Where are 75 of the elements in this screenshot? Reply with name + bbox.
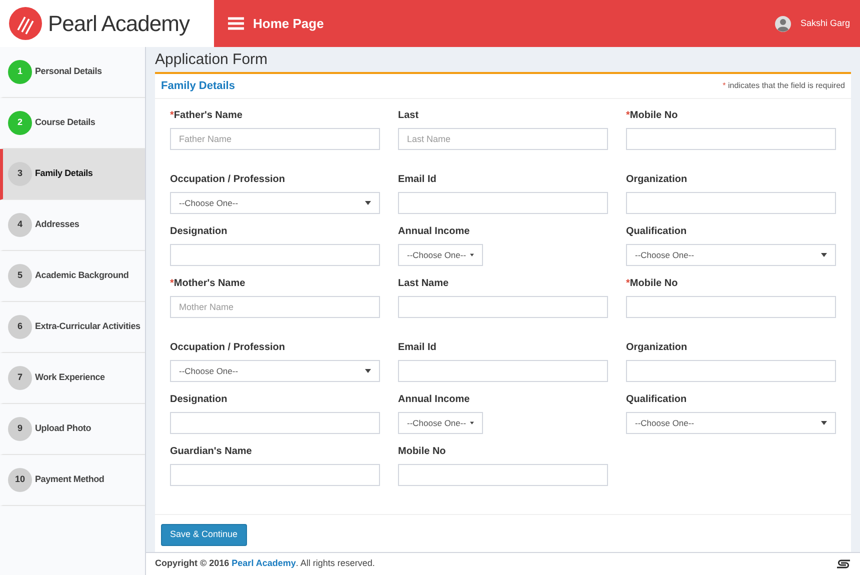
field-label: Qualification	[626, 393, 688, 408]
input-field[interactable]	[398, 192, 608, 214]
field-label: Qualification	[626, 225, 688, 240]
caret-icon	[365, 201, 371, 206]
step-number: 2	[8, 111, 32, 135]
field-label: Annual Income	[398, 393, 471, 408]
user-name[interactable]: Sakshi Garg	[800, 16, 850, 30]
dropdown[interactable]: --Choose One--	[626, 412, 836, 434]
input-field[interactable]: Father Name	[170, 128, 380, 150]
brand-name: Pearl Academy	[48, 10, 190, 38]
sidebar-item[interactable]: 3 Family Details	[0, 149, 145, 200]
field-label: Last	[398, 109, 420, 124]
field-label: Designation	[170, 393, 228, 408]
field-label: *Mobile No	[626, 277, 679, 292]
input-field[interactable]	[626, 360, 836, 382]
caret-icon	[821, 253, 827, 258]
step-number: 6	[8, 315, 32, 339]
required-note: * indicates that the field is required	[722, 80, 845, 92]
input-field[interactable]	[626, 296, 836, 318]
input-field[interactable]	[398, 296, 608, 318]
input-field[interactable]: Mother Name	[170, 296, 380, 318]
field-label: Organization	[626, 341, 688, 356]
input-field[interactable]	[170, 244, 380, 266]
dropdown[interactable]: --Choose One--	[170, 360, 380, 382]
input-field[interactable]	[398, 464, 608, 486]
field-label: Occupation / Profession	[170, 173, 286, 188]
step-number: 10	[8, 468, 32, 492]
input-field[interactable]	[398, 360, 608, 382]
dropdown[interactable]: --Choose One--	[398, 244, 483, 266]
caret-icon	[365, 369, 371, 374]
sidebar-item[interactable]: 4 Addresses	[0, 200, 145, 251]
field-label: *Mother's Name	[170, 277, 246, 292]
field-label: Designation	[170, 225, 228, 240]
card-title: Family Details	[161, 79, 235, 94]
save-continue-button[interactable]: Save & Continue	[161, 524, 247, 546]
dropdown[interactable]: --Choose One--	[626, 244, 836, 266]
caret-icon	[470, 421, 474, 426]
logo-icon	[9, 7, 42, 40]
sidebar-item[interactable]: 5 Academic Background	[0, 251, 145, 302]
input-field[interactable]	[170, 412, 380, 434]
step-number: 7	[8, 366, 32, 390]
step-number: 1	[8, 60, 32, 84]
dropdown[interactable]: --Choose One--	[398, 412, 483, 434]
field-label: Organization	[626, 173, 688, 188]
sidebar-item[interactable]: 10 Payment Method	[0, 455, 145, 506]
field-label: Email Id	[398, 341, 438, 356]
field-label: *Father's Name	[170, 109, 244, 124]
copyright-text: Copyright © 2016 Pearl Academy. All rights reserved.	[155, 557, 375, 570]
field-label: Email Id	[398, 173, 438, 188]
dropdown[interactable]: --Choose One--	[170, 192, 380, 214]
step-number: 3	[8, 162, 32, 186]
page-title: Application Form	[155, 50, 268, 70]
avatar-icon	[775, 16, 792, 32]
field-label: Occupation / Profession	[170, 341, 286, 356]
field-label: Last Name	[398, 277, 450, 292]
input-field[interactable]: Last Name	[398, 128, 608, 150]
field-label: Annual Income	[398, 225, 471, 240]
field-label: Mobile No	[398, 445, 447, 460]
caret-icon	[821, 421, 827, 426]
sidebar-item[interactable]: 1 Personal Details	[0, 47, 145, 98]
field-label: *Mobile No	[626, 109, 679, 124]
step-number: 4	[8, 213, 32, 237]
step-number: 9	[8, 417, 32, 441]
input-field[interactable]	[626, 192, 836, 214]
menu-icon[interactable]	[228, 17, 244, 30]
sidebar-item[interactable]: 6 Extra-Curricular Activities	[0, 302, 145, 353]
field-label: Guardian's Name	[170, 445, 253, 460]
sidebar-item[interactable]: 7 Work Experience	[0, 353, 145, 404]
pearl-academy-link[interactable]: Pearl Academy	[232, 558, 296, 568]
input-field[interactable]	[170, 464, 380, 486]
input-field[interactable]	[626, 128, 836, 150]
caret-icon	[470, 253, 474, 258]
sidebar-item[interactable]: 9 Upload Photo	[0, 404, 145, 455]
step-number: 5	[8, 264, 32, 288]
page-heading: Home Page	[253, 14, 324, 33]
